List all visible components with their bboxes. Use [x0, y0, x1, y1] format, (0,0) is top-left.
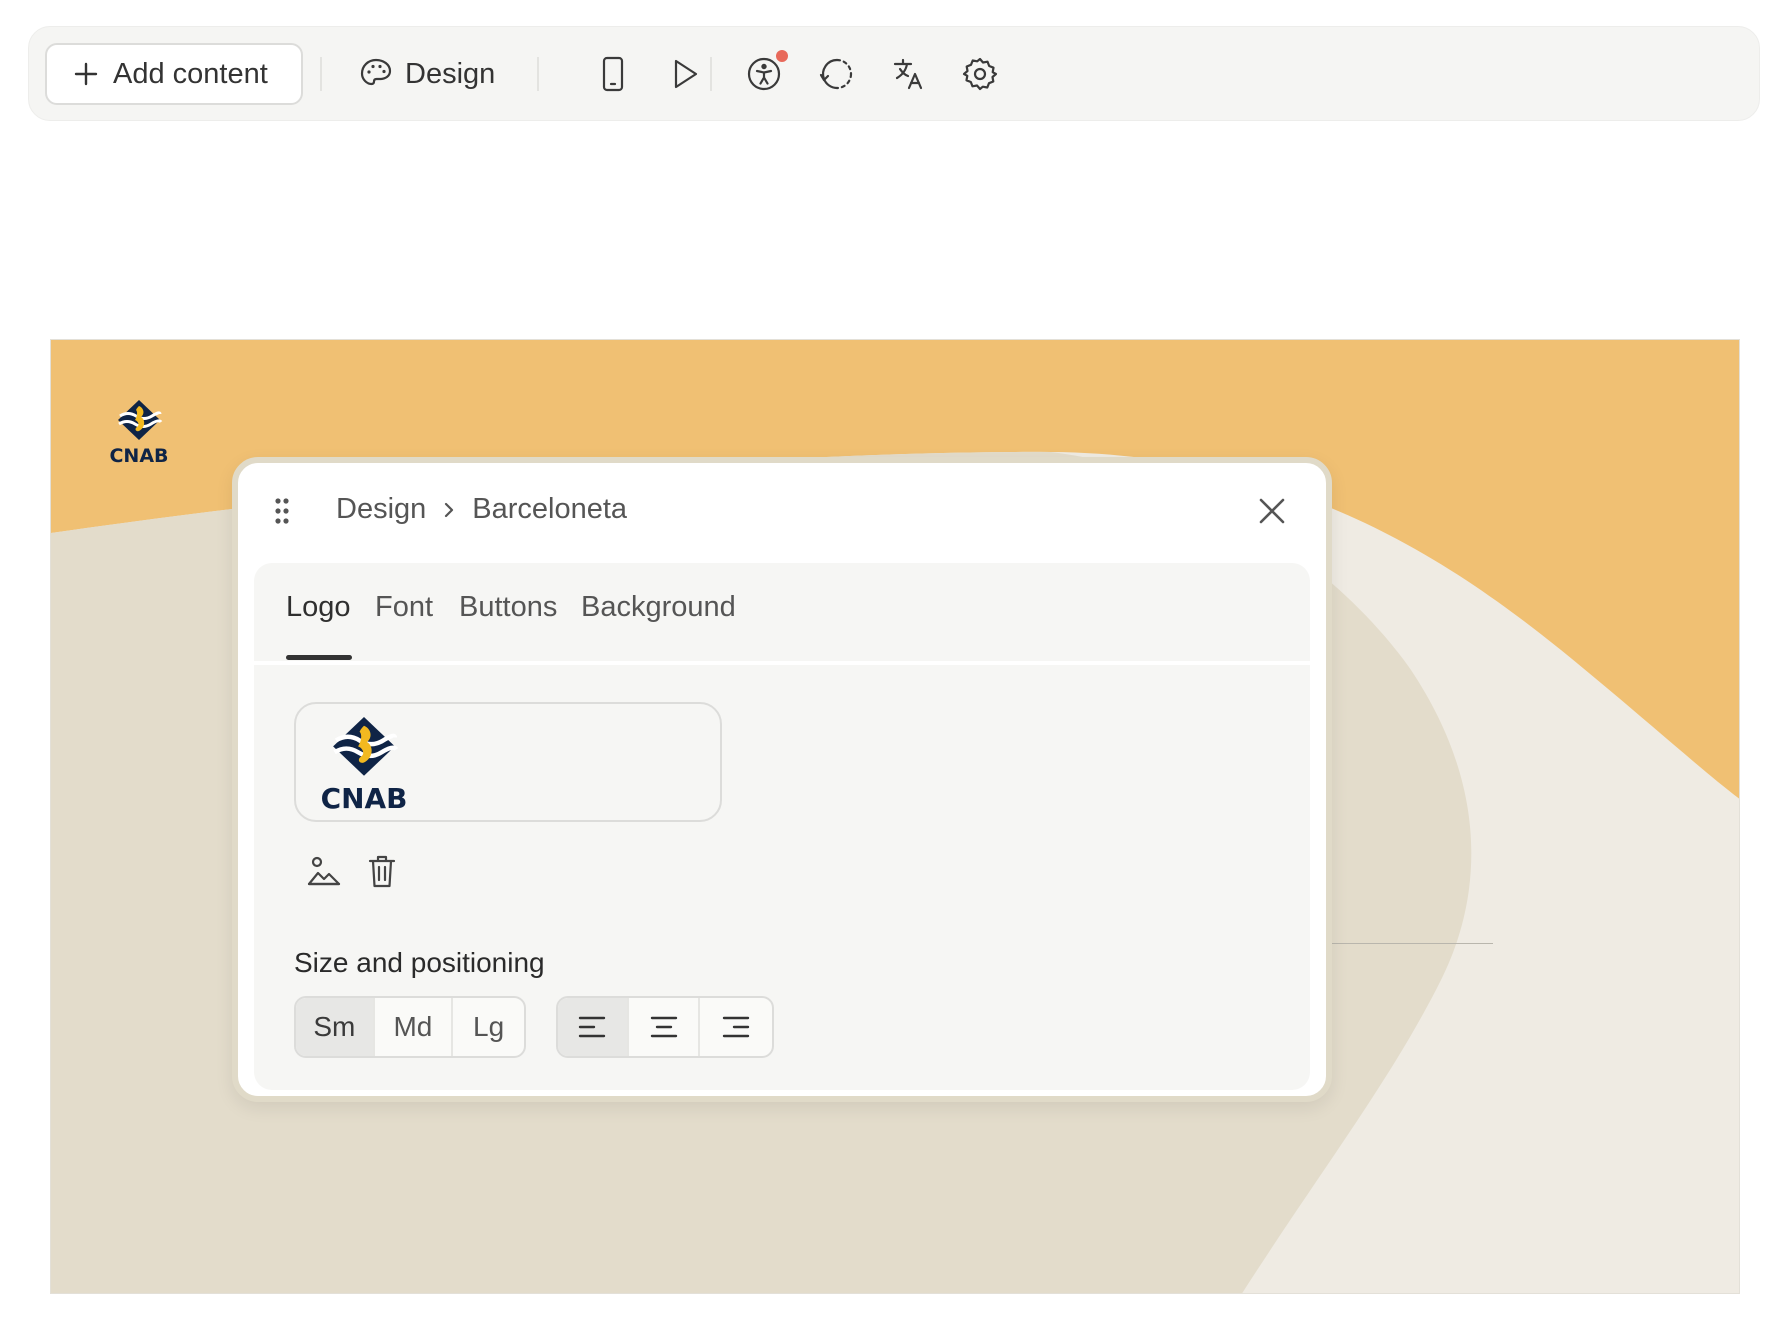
align-right-option[interactable] — [700, 998, 772, 1056]
add-content-button[interactable]: Add content — [45, 43, 303, 105]
palette-icon — [360, 58, 392, 86]
history-icon — [819, 58, 853, 90]
design-label: Design — [405, 57, 496, 90]
chevron-right-icon — [445, 502, 454, 517]
preview-play-button[interactable] — [661, 45, 709, 103]
plus-icon — [74, 62, 98, 86]
settings-icon — [962, 57, 998, 91]
design-button[interactable]: Design — [359, 45, 495, 103]
breadcrumb-current: Barceloneta — [472, 493, 628, 525]
mobile-preview-icon — [602, 56, 624, 92]
notification-dot — [776, 50, 788, 62]
add-content-label: Add content — [113, 57, 268, 90]
logo-size-selector: Sm Md Lg — [294, 996, 526, 1058]
breadcrumb-design[interactable]: Design — [336, 493, 426, 526]
cnab-logo-image: CNAB — [109, 400, 169, 466]
toolbar-divider — [710, 57, 712, 91]
cnab-logo-preview: CNAB — [321, 716, 408, 814]
settings-button[interactable] — [954, 45, 1006, 103]
logo-preview-text: CNAB — [321, 782, 408, 814]
canvas-logo-text: CNAB — [109, 445, 168, 466]
toolbar-divider — [320, 57, 322, 91]
design-tabs: Logo Font Buttons Background — [254, 563, 1310, 665]
tab-buttons[interactable]: Buttons — [459, 591, 557, 624]
logo-preview-box[interactable]: CNAB — [294, 702, 722, 822]
history-button[interactable] — [811, 45, 863, 103]
align-center-icon — [650, 1016, 677, 1038]
align-left-option[interactable] — [558, 998, 629, 1056]
trash-icon — [368, 855, 396, 888]
panel-header: Design Barceloneta — [238, 463, 1326, 559]
size-md-option[interactable]: Md — [375, 998, 454, 1056]
align-center-option[interactable] — [629, 998, 701, 1056]
translate-button[interactable] — [883, 45, 935, 103]
align-right-icon — [722, 1016, 750, 1038]
tab-font[interactable]: Font — [375, 591, 433, 624]
delete-logo-button[interactable] — [362, 851, 402, 891]
mobile-preview-button[interactable] — [591, 45, 635, 103]
tab-logo[interactable]: Logo — [286, 591, 351, 624]
image-upload-icon — [307, 856, 341, 886]
breadcrumb: Design Barceloneta — [336, 493, 627, 526]
design-panel: Design Barceloneta Logo Font Buttons Bac… — [232, 457, 1332, 1102]
panel-body: Logo Font Buttons Background CNAB Size a… — [254, 563, 1310, 1090]
editor-toolbar: Add content Design — [28, 26, 1760, 121]
align-left-icon — [579, 1016, 606, 1038]
toolbar-divider — [537, 57, 539, 91]
tab-background[interactable]: Background — [581, 591, 736, 624]
size-lg-option[interactable]: Lg — [453, 998, 524, 1056]
logo-alignment-selector — [556, 996, 774, 1058]
content-divider — [1327, 943, 1493, 944]
replace-logo-button[interactable] — [304, 851, 344, 891]
translate-icon — [893, 58, 923, 90]
active-tab-indicator — [286, 655, 352, 660]
accessibility-button[interactable] — [738, 45, 790, 103]
play-icon — [674, 59, 698, 89]
size-positioning-title: Size and positioning — [294, 947, 545, 978]
size-sm-option[interactable]: Sm — [296, 998, 375, 1056]
accessibility-icon — [747, 57, 781, 91]
close-icon[interactable] — [1254, 493, 1290, 529]
drag-handle-icon[interactable] — [274, 497, 290, 525]
